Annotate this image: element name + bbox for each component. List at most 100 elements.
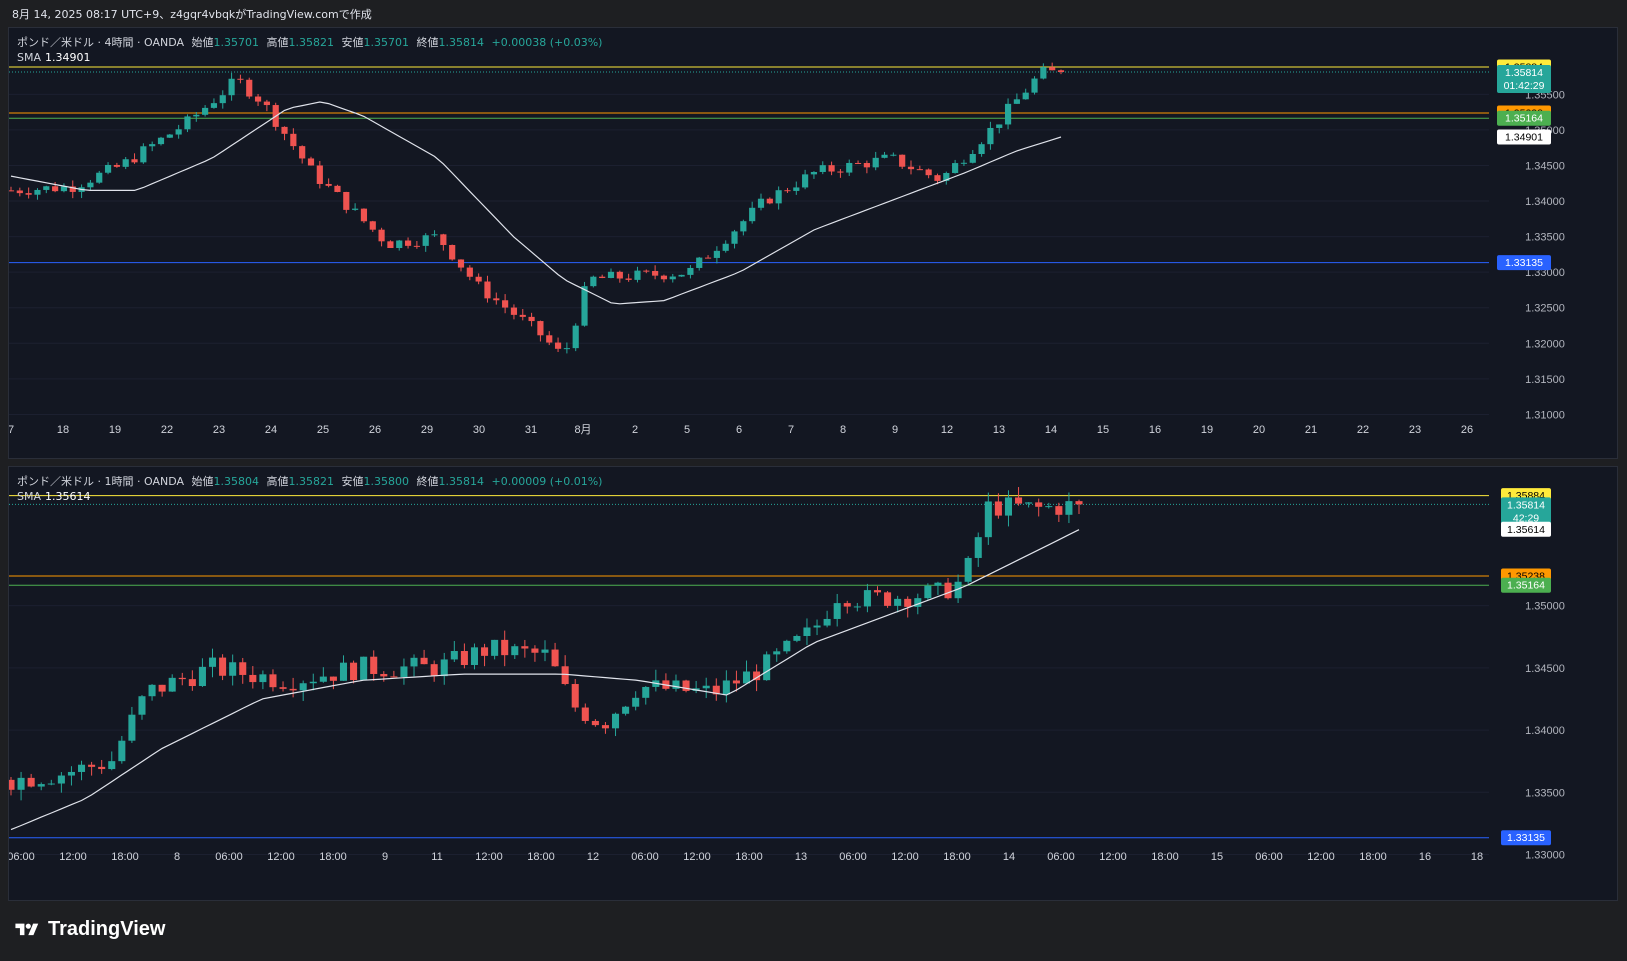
chart-pane-4h[interactable]: ポンド／米ドル · 4時間 · OANDA 始値1.35701 高値1.3582… <box>8 27 1618 459</box>
candle-body <box>775 190 782 204</box>
x-tick-label: 7 <box>788 424 794 436</box>
y-tick-label: 1.31000 <box>1525 409 1565 421</box>
candle-body <box>591 720 599 726</box>
candle-body <box>669 276 676 280</box>
x-tick-label: 06:00 <box>1255 851 1283 863</box>
candle-body <box>168 677 176 692</box>
y-tick-label: 1.34500 <box>1525 663 1565 675</box>
candle-body <box>904 598 912 607</box>
x-tick-label: 18:00 <box>527 851 555 863</box>
x-tick-label: 18:00 <box>1359 851 1387 863</box>
x-tick-label: 18 <box>1471 851 1483 863</box>
candle-body <box>319 676 327 682</box>
candle-body <box>996 124 1003 128</box>
candle-body <box>9 779 15 790</box>
x-tick-label: 12:00 <box>683 851 711 863</box>
header-caption: 8月 14, 2025 08:17 UTC+9、z4gqr4vbqkがTradi… <box>12 8 372 21</box>
price-label-text: 1.33135 <box>1507 832 1545 844</box>
sma-line <box>10 101 1062 305</box>
x-tick-label: 19 <box>1201 424 1213 436</box>
candle-body <box>208 657 217 667</box>
candle-body <box>581 286 588 326</box>
candle-body <box>387 241 394 248</box>
candle-body <box>210 103 218 108</box>
x-tick-label: 23 <box>213 424 225 436</box>
candle-body <box>934 582 942 586</box>
candle-body <box>202 107 209 115</box>
x-tick-label: 25 <box>317 424 329 436</box>
ohlc-legend-4h: ポンド／米ドル · 4時間 · OANDA 始値1.35701 高値1.3582… <box>17 34 602 50</box>
candle-body <box>263 101 270 106</box>
candle-body <box>148 684 156 697</box>
candle-body <box>837 171 844 173</box>
candle-body <box>819 165 826 172</box>
symbol-label[interactable]: ポンド／米ドル · 1時間 · OANDA <box>17 475 184 488</box>
x-tick-label: 22 <box>1357 424 1369 436</box>
x-tick-label: 12:00 <box>891 851 919 863</box>
candle-body <box>228 78 235 96</box>
candle-body <box>563 348 570 350</box>
symbol-label[interactable]: ポンド／米ドル · 4時間 · OANDA <box>17 36 184 49</box>
candle-body <box>27 777 35 787</box>
candle-body <box>607 271 615 278</box>
brand-name: TradingView <box>48 918 166 940</box>
candle-body <box>925 169 932 176</box>
candle-body <box>491 639 499 656</box>
candle-body <box>193 114 200 117</box>
x-tick-label: 18:00 <box>319 851 347 863</box>
x-tick-label: 8月 <box>574 424 591 436</box>
high-label: 高値 <box>266 36 289 49</box>
candle-body <box>246 79 253 97</box>
candle-body <box>813 625 821 628</box>
candle-body <box>339 662 348 681</box>
tradingview-logo[interactable]: TradingView <box>12 918 165 941</box>
candle-body <box>531 648 539 653</box>
candle-body <box>974 537 982 558</box>
candle-body <box>678 274 685 277</box>
candle-body <box>1035 502 1043 507</box>
candle-body <box>964 557 972 582</box>
x-tick-label: 31 <box>525 424 537 436</box>
low-value: 1.35701 <box>363 36 410 49</box>
candle-body <box>254 96 262 102</box>
candle-body <box>352 208 359 210</box>
candle-body <box>78 764 86 772</box>
candle-body <box>612 713 620 729</box>
candle-body <box>652 270 659 276</box>
chart-canvas-4h[interactable]: 1.355001.350001.345001.340001.335001.330… <box>9 28 1618 459</box>
candle-body <box>166 134 173 138</box>
sma-legend-1h[interactable]: SMA 1.35614 <box>17 490 91 503</box>
chart-canvas-1h[interactable]: 1.35000 1.34500 1.34000 1.33500 1.33000 06:00… <box>9 467 1618 901</box>
candle-body <box>571 684 579 708</box>
candle-body <box>259 674 267 683</box>
candle-body <box>60 186 68 192</box>
x-tick-label: 20 <box>1253 424 1265 436</box>
close-value: 1.35814 <box>438 475 485 488</box>
candle-body <box>475 276 482 282</box>
price-label-text: 1.35814 <box>1505 67 1543 79</box>
candle-body <box>122 159 129 167</box>
x-tick-label: 26 <box>369 424 381 436</box>
candle-body <box>969 153 976 163</box>
candle-body <box>219 95 226 104</box>
candle-body <box>1075 501 1083 505</box>
candle-body <box>793 636 801 641</box>
x-tick-label: 11 <box>431 851 442 863</box>
x-tick-label: 06:00 <box>839 851 867 863</box>
sma-legend-4h[interactable]: SMA 1.34901 <box>17 51 91 64</box>
candle-body <box>833 603 841 619</box>
x-tick-label: 18 <box>57 424 69 436</box>
x-tick-label: 06:00 <box>9 851 35 863</box>
x-tick-label: 9 <box>382 851 388 863</box>
candle-body <box>420 657 428 665</box>
y-tick-label: 1.32000 <box>1525 338 1565 350</box>
candle-body <box>749 207 756 222</box>
high-label: 高値 <box>266 475 289 488</box>
candle-body <box>511 646 519 656</box>
x-tick-label: 06:00 <box>215 851 243 863</box>
candle-body <box>872 157 879 168</box>
chart-pane-1h[interactable]: ポンド／米ドル · 1時間 · OANDA 始値1.35804 高値1.3582… <box>8 466 1618 901</box>
candle-body <box>828 165 835 172</box>
candle-body <box>634 270 641 280</box>
candle-body <box>178 677 186 680</box>
